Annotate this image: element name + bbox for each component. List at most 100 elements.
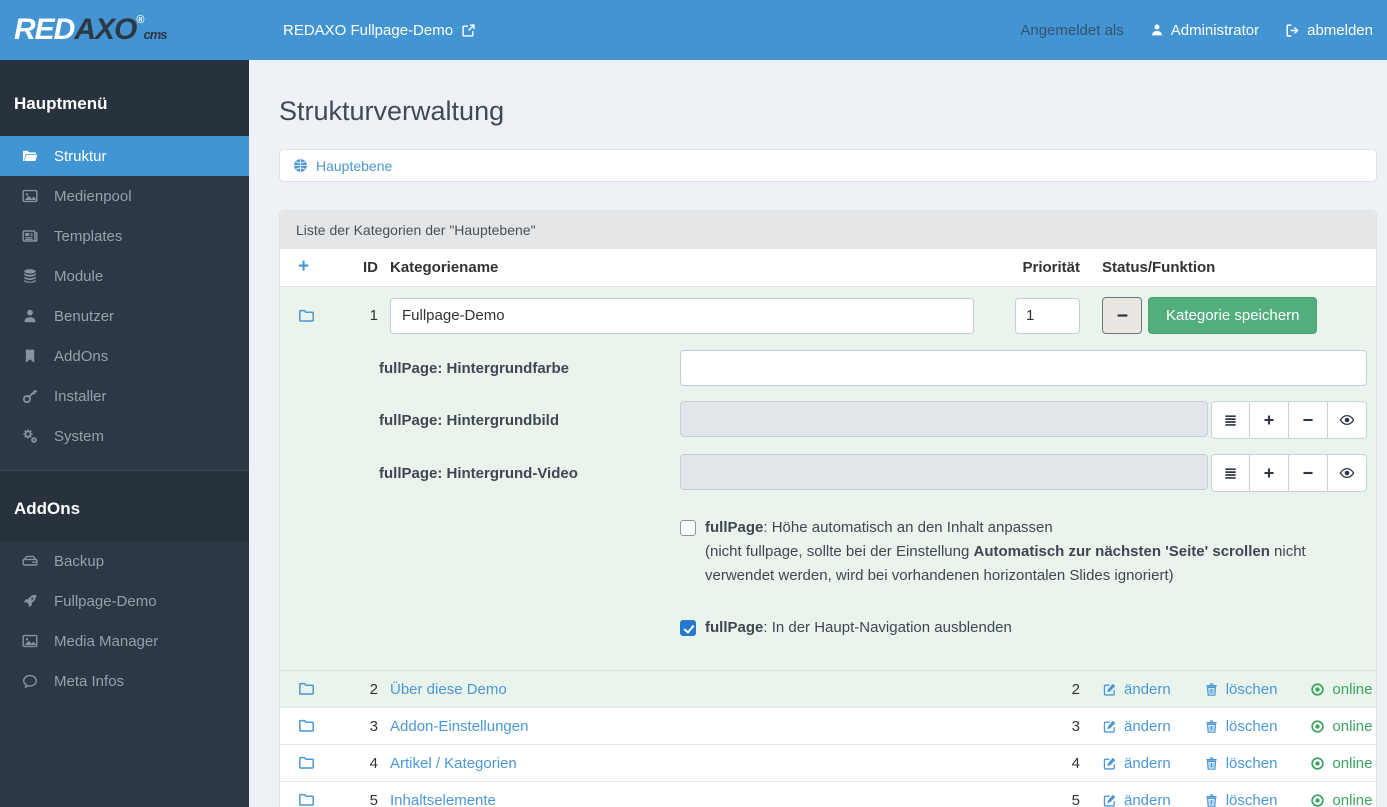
edit-icon <box>1102 793 1117 807</box>
dot-circle-icon <box>1310 682 1325 697</box>
edit-action[interactable]: ändern <box>1102 681 1171 698</box>
bars-icon <box>1223 466 1238 481</box>
sidebar-item-meta-infos[interactable]: Meta Infos <box>0 661 249 701</box>
category-link[interactable]: Inhaltselemente <box>390 792 496 807</box>
column-header-id: ID <box>363 259 378 276</box>
sidebar-item-fullpage-demo[interactable]: Fullpage-Demo <box>0 581 249 621</box>
sidebar-item-label: Struktur <box>54 147 107 165</box>
sidebar-item-label: Medienpool <box>54 187 132 205</box>
sidebar-item-label: Fullpage-Demo <box>54 592 157 610</box>
sidebar-item-templates[interactable]: Templates <box>0 216 249 256</box>
sidebar-item-label: Installer <box>54 387 107 405</box>
navigation-ausblenden-checkbox[interactable] <box>680 620 696 636</box>
gears-icon <box>22 428 38 444</box>
category-link[interactable]: Über diese Demo <box>390 681 507 698</box>
sidebar-item-struktur[interactable]: Struktur <box>0 136 249 176</box>
collapse-metadata-button[interactable] <box>1102 297 1142 334</box>
category-name-input[interactable] <box>390 297 974 334</box>
sidebar-item-backup[interactable]: Backup <box>0 541 249 581</box>
edit-icon <box>1102 756 1117 771</box>
dot-circle-icon <box>1310 719 1325 734</box>
sidebar-item-media-manager[interactable]: Media Manager <box>0 621 249 661</box>
sidebar-item-benutzer[interactable]: Benutzer <box>0 296 249 336</box>
folder-icon[interactable] <box>298 754 315 771</box>
sidebar-item-label: Media Manager <box>54 632 159 650</box>
media-remove-button[interactable] <box>1289 454 1328 492</box>
media-view-button[interactable] <box>1328 401 1367 439</box>
sidebar-item-label: Module <box>54 267 104 285</box>
folder-icon[interactable] <box>298 680 315 697</box>
sidebar-heading-addons: AddOns <box>0 471 249 541</box>
image-icon <box>22 633 38 649</box>
hintergrundfarbe-input[interactable] <box>680 350 1367 386</box>
sidebar-item-label: Backup <box>54 552 105 570</box>
rocket-icon <box>22 593 38 609</box>
delete-action[interactable]: löschen <box>1204 792 1277 807</box>
folder-icon[interactable] <box>298 791 315 807</box>
sidebar-item-module[interactable]: Module <box>0 256 249 296</box>
save-category-button[interactable]: Kategorie speichern <box>1148 297 1318 334</box>
trash-icon <box>1204 793 1219 807</box>
hintergrundbild-input[interactable] <box>680 401 1208 437</box>
add-category-button[interactable]: + <box>298 256 309 277</box>
breadcrumb-hauptebene-link[interactable]: Hauptebene <box>316 158 392 174</box>
site-link[interactable]: REDAXO Fullpage-Demo <box>283 22 476 39</box>
category-link[interactable]: Artikel / Kategorien <box>390 755 517 772</box>
status-action[interactable]: online <box>1310 718 1372 735</box>
category-link[interactable]: Addon-Einstellungen <box>390 718 528 735</box>
edit-icon <box>1102 682 1117 697</box>
delete-action[interactable]: löschen <box>1204 755 1277 772</box>
status-action[interactable]: online <box>1310 792 1372 807</box>
edit-action[interactable]: ändern <box>1102 718 1171 735</box>
hintergrund-video-input[interactable] <box>680 454 1208 490</box>
status-action[interactable]: online <box>1310 755 1372 772</box>
category-priority: 2 <box>1071 680 1080 698</box>
media-remove-button[interactable] <box>1289 401 1328 439</box>
comment-icon <box>22 673 38 689</box>
trash-icon <box>1204 682 1219 697</box>
status-action[interactable]: online <box>1310 681 1372 698</box>
checkbox-label-bold: fullPage <box>705 519 764 536</box>
main-content: Strukturverwaltung Hauptebene Liste der … <box>249 60 1387 807</box>
user-menu[interactable]: Administrator <box>1150 22 1259 39</box>
key-icon <box>22 388 38 404</box>
checkbox-row-navigation: fullPage: In der Haupt-Navigation ausble… <box>680 616 1367 640</box>
sidebar-item-label: System <box>54 427 105 445</box>
minus-icon <box>1301 413 1315 427</box>
delete-action[interactable]: löschen <box>1204 681 1277 698</box>
folder-icon <box>298 307 315 324</box>
sidebar-item-installer[interactable]: Installer <box>0 376 249 416</box>
folder-open-icon <box>22 148 38 164</box>
edit-action[interactable]: ändern <box>1102 792 1171 807</box>
checkbox-label-bold: fullPage <box>705 619 764 636</box>
media-select-button[interactable] <box>1211 454 1250 492</box>
category-id: 5 <box>369 791 378 807</box>
database-icon <box>22 268 38 284</box>
delete-action[interactable]: löschen <box>1204 718 1277 735</box>
hoehe-checkbox[interactable] <box>680 520 696 536</box>
folder-icon[interactable] <box>298 717 315 734</box>
media-add-button[interactable] <box>1250 401 1289 439</box>
minus-icon <box>1115 308 1130 323</box>
sidebar-item-addons[interactable]: AddOns <box>0 336 249 376</box>
logout-link[interactable]: abmelden <box>1285 22 1373 39</box>
site-link-label: REDAXO Fullpage-Demo <box>283 21 454 39</box>
table-row-artikel-kategorien: 4 Artikel / Kategorien 4 ändern löschen … <box>280 744 1376 781</box>
external-link-icon <box>461 23 476 38</box>
media-widget-buttons <box>1208 454 1367 492</box>
media-select-button[interactable] <box>1211 401 1250 439</box>
sidebar-item-medienpool[interactable]: Medienpool <box>0 176 249 216</box>
top-bar-right: Angemeldet als Administrator abmelden <box>1020 22 1373 39</box>
logo-registered: ® <box>136 14 144 26</box>
logo-axo: AXO <box>74 13 137 46</box>
edit-action[interactable]: ändern <box>1102 755 1171 772</box>
sidebar: Hauptmenü Struktur Medienpool Templates … <box>0 60 249 807</box>
sign-out-icon <box>1285 23 1300 38</box>
edit-icon <box>1102 719 1117 734</box>
media-view-button[interactable] <box>1328 454 1367 492</box>
user-name: Administrator <box>1170 21 1260 39</box>
redaxo-logo[interactable]: REDAXO®cms <box>0 15 249 45</box>
media-add-button[interactable] <box>1250 454 1289 492</box>
sidebar-item-system[interactable]: System <box>0 416 249 456</box>
priority-input[interactable] <box>1015 297 1080 334</box>
